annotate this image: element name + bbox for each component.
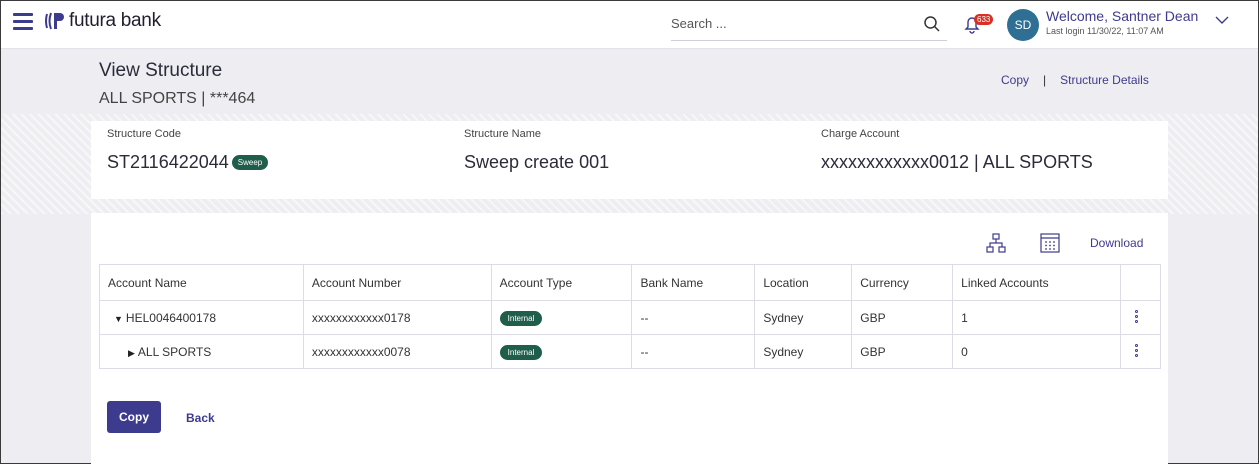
grid-view-icon[interactable] xyxy=(1040,233,1060,253)
col-linked-accounts: Linked Accounts xyxy=(952,264,1121,301)
brand-name: futura bank xyxy=(69,10,161,31)
view-toolbar: Download xyxy=(986,233,1143,253)
account-number: xxxxxxxxxxxx0178 xyxy=(302,300,492,335)
bank-name: -- xyxy=(631,300,756,335)
account-number: xxxxxxxxxxxx0078 xyxy=(302,334,492,369)
structure-code-field: Structure Code ST2116422044 Sweep xyxy=(107,128,269,173)
top-bar: futura bank 633 SD Welcome, Santner Dean… xyxy=(1,1,1258,49)
link-separator: | xyxy=(1043,73,1047,87)
location: Sydney xyxy=(754,300,853,335)
page-subtitle: ALL SPORTS | ***464 xyxy=(99,90,256,107)
collapse-caret-icon[interactable]: ▼ xyxy=(114,314,123,324)
structure-code-label: Structure Code xyxy=(107,128,181,140)
accounts-panel: Download Account Name Account Number Acc… xyxy=(91,213,1168,464)
download-link[interactable]: Download xyxy=(1090,236,1143,250)
notification-badge: 633 xyxy=(974,14,994,25)
menu-icon[interactable] xyxy=(13,13,33,31)
account-name: ALL SPORTS xyxy=(137,344,212,359)
col-location: Location xyxy=(754,264,853,301)
charge-account-field: Charge Account xxxxxxxxxxxx0012 | ALL SP… xyxy=(821,128,1093,173)
account-type-badge: Internal xyxy=(499,310,543,326)
bank-logo[interactable]: futura bank xyxy=(43,10,161,32)
structure-summary-card: Structure Code ST2116422044 Sweep Struct… xyxy=(91,121,1168,199)
page-title: View Structure xyxy=(99,60,223,81)
col-currency: Currency xyxy=(851,264,954,301)
copy-link[interactable]: Copy xyxy=(1001,73,1029,87)
hierarchy-view-icon[interactable] xyxy=(986,233,1006,253)
back-link[interactable]: Back xyxy=(186,411,215,425)
account-type-badge: Internal xyxy=(499,344,543,360)
col-actions xyxy=(1119,264,1162,301)
user-welcome[interactable]: Welcome, Santner Dean Last login 11/30/2… xyxy=(1046,8,1198,36)
avatar[interactable]: SD xyxy=(1007,9,1039,41)
top-links: Copy | Structure Details xyxy=(1001,73,1149,87)
accounts-table: Account Name Account Number Account Type… xyxy=(99,264,1162,369)
currency: GBP xyxy=(851,334,954,369)
table-row: ▼ HEL0046400178 xxxxxxxxxxxx0178 Internal… xyxy=(99,300,1162,335)
col-account-name: Account Name xyxy=(99,264,304,301)
structure-name-field: Structure Name Sweep create 001 xyxy=(464,128,609,173)
chevron-down-icon[interactable] xyxy=(1214,13,1230,27)
structure-name-value: Sweep create 001 xyxy=(464,152,610,172)
sweep-badge: Sweep xyxy=(231,155,269,170)
search-box xyxy=(671,9,947,41)
charge-account-value: xxxxxxxxxxxx0012 | ALL SPORTS xyxy=(821,152,1093,172)
bank-name: -- xyxy=(631,334,756,369)
more-options-icon[interactable] xyxy=(1134,310,1139,323)
structure-details-link[interactable]: Structure Details xyxy=(1060,73,1149,87)
col-bank-name: Bank Name xyxy=(631,264,756,301)
charge-account-label: Charge Account xyxy=(821,128,900,140)
structure-name-label: Structure Name xyxy=(464,128,542,140)
location: Sydney xyxy=(754,334,853,369)
expand-caret-icon[interactable]: ▶ xyxy=(128,348,135,359)
copy-button[interactable]: Copy xyxy=(107,401,161,433)
more-options-icon[interactable] xyxy=(1134,344,1139,357)
linked-accounts: 1 xyxy=(952,300,1121,335)
account-name: HEL0046400178 xyxy=(125,310,217,325)
search-icon[interactable] xyxy=(923,15,941,33)
search-input[interactable] xyxy=(671,9,911,37)
structure-code-value: ST2116422044 xyxy=(107,152,229,172)
col-account-type: Account Type xyxy=(490,264,633,301)
welcome-text: Welcome, Santner Dean xyxy=(1046,8,1199,24)
table-header-row: Account Name Account Number Account Type… xyxy=(99,264,1162,301)
last-login-text: Last login 11/30/22, 11:07 AM xyxy=(1046,26,1164,36)
currency: GBP xyxy=(851,300,954,335)
table-row: ▶ ALL SPORTS xxxxxxxxxxxx0078 Internal --… xyxy=(99,334,1162,369)
futura-logo-icon xyxy=(45,12,64,30)
linked-accounts: 0 xyxy=(952,334,1121,369)
col-account-number: Account Number xyxy=(302,264,492,301)
